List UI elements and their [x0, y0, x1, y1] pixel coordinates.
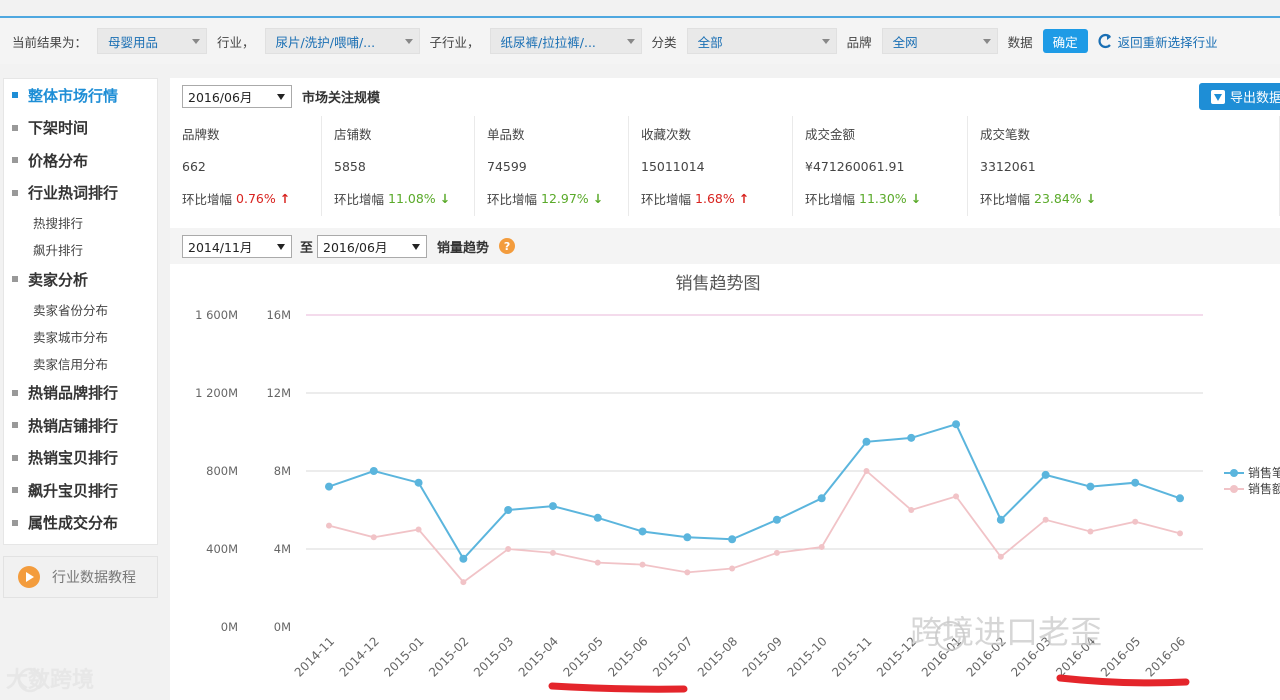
- series-2-point: [997, 553, 1004, 560]
- series-1-point: [728, 535, 737, 544]
- right-axis-tick-label: 0M: [274, 620, 291, 634]
- series-1-point: [459, 554, 468, 563]
- series-1-point: [593, 513, 602, 522]
- series-1-point: [683, 533, 692, 542]
- series-2-point: [863, 468, 870, 474]
- series-2-point: [818, 544, 825, 551]
- left-axis-tick-label: 0M: [221, 620, 238, 634]
- legend-swatch-dot: [1230, 485, 1238, 493]
- series-2-point: [1087, 528, 1094, 535]
- series-2-point: [773, 549, 780, 556]
- series-1-point: [817, 494, 826, 503]
- legend-label: 销售额: [1248, 481, 1280, 496]
- series-2-point: [326, 522, 332, 529]
- series-2-point: [639, 561, 646, 568]
- right-axis-tick-label: 16M: [266, 308, 291, 322]
- series-1-point: [638, 527, 647, 536]
- left-axis-tick-label: 800M: [206, 464, 238, 478]
- left-axis-tick-label: 1 200M: [195, 386, 238, 400]
- right-axis-tick-label: 8M: [274, 464, 291, 478]
- series-2-point: [908, 507, 915, 513]
- series-1-point: [772, 515, 781, 524]
- series-1-point: [1041, 470, 1050, 479]
- series-1-point: [1176, 494, 1184, 503]
- series-1-point: [862, 437, 871, 446]
- watermark-left: 大数跨境: [6, 668, 95, 693]
- series-2-point: [415, 526, 422, 533]
- series-1-point: [1086, 482, 1095, 491]
- watermark-right: 跨境进口老歪: [910, 613, 1103, 651]
- series-2-point: [1132, 518, 1139, 525]
- series-1-point: [548, 502, 557, 511]
- series-1-point: [414, 478, 423, 487]
- series-2-point: [594, 559, 601, 566]
- series-1-point: [325, 482, 333, 491]
- legend-swatch-dot: [1230, 469, 1238, 477]
- chart-background: [170, 264, 1280, 700]
- series-2-point: [953, 493, 960, 500]
- chart-title: 销售趋势图: [676, 274, 761, 294]
- series-1-point: [1131, 478, 1140, 487]
- series-1-point: [504, 506, 513, 514]
- series-1-point: [996, 515, 1005, 524]
- right-axis-tick-label: 12M: [266, 386, 291, 400]
- series-1-point: [952, 420, 961, 429]
- right-axis-tick-label: 4M: [274, 542, 291, 556]
- legend-label: 销售笔: [1248, 465, 1280, 480]
- series-2-point: [1177, 530, 1183, 537]
- red-underline-mark: [548, 682, 688, 693]
- series-2-point: [460, 579, 467, 586]
- series-2-point: [729, 565, 736, 572]
- series-2-point: [505, 546, 512, 552]
- series-2-point: [370, 534, 377, 541]
- series-2-point: [1042, 516, 1049, 523]
- left-axis-tick-label: 1 600M: [195, 308, 238, 322]
- series-2-point: [549, 549, 556, 556]
- series-1-point: [907, 433, 916, 442]
- sales-trend-chart: 销售趋势图0M 0M400M 4M800M 8M1 200M 12M1 600M 16M2…: [17, 264, 1280, 700]
- left-axis-tick-label: 400M: [206, 542, 238, 556]
- series-1-point: [369, 467, 378, 475]
- series-2-point: [684, 569, 691, 576]
